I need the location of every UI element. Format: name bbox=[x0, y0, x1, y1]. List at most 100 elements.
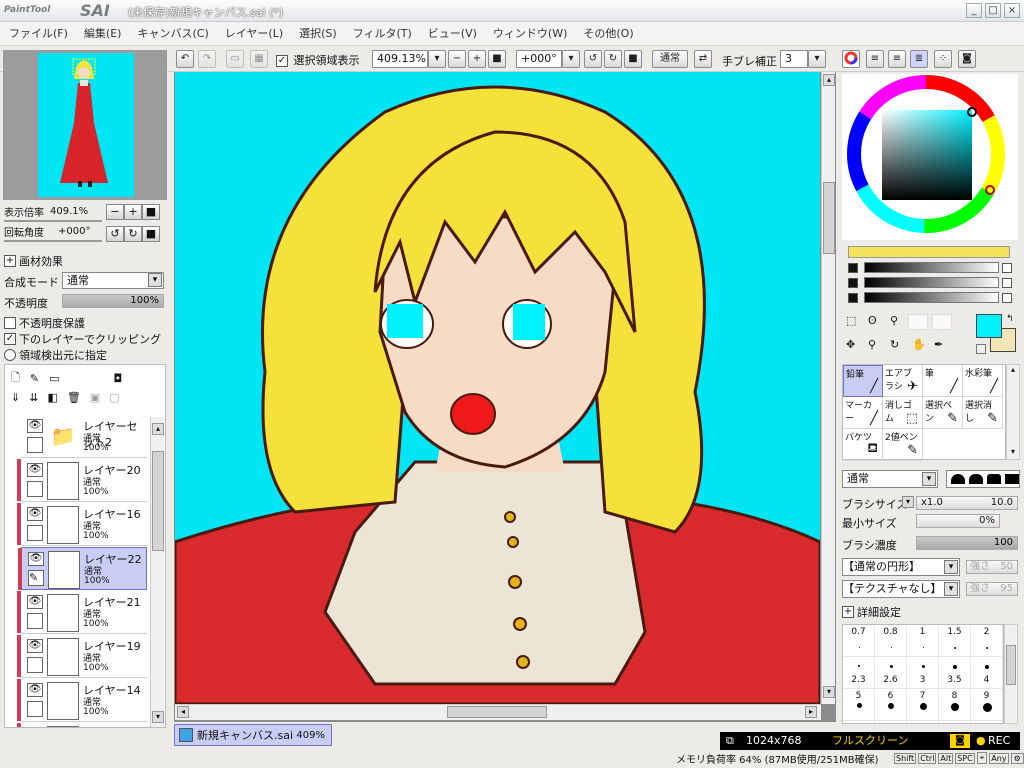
clear-layer-icon[interactable]: ◧ bbox=[47, 391, 57, 404]
layer-scroll-thumb[interactable] bbox=[152, 451, 164, 551]
brush-size-cell[interactable]: 1 bbox=[907, 625, 939, 657]
brush-size-cell[interactable]: 4 bbox=[971, 657, 1003, 689]
canvas-vertical-scrollbar[interactable]: ▴ ▾ bbox=[821, 72, 835, 704]
swatch-toggle-icon[interactable]: ≣ bbox=[910, 50, 928, 68]
layer-row[interactable]: 👁 レイヤー19 通常 100% bbox=[17, 635, 147, 678]
color-wheel-panel[interactable] bbox=[842, 74, 1018, 240]
nav-zoom-out-button[interactable]: − bbox=[106, 204, 124, 220]
brush-size-cell[interactable]: 1.5 bbox=[939, 625, 971, 657]
layer-lock-box[interactable] bbox=[27, 657, 43, 673]
maximize-button[interactable]: □ bbox=[985, 3, 1001, 18]
brush-size-cell[interactable]: 2.6 bbox=[875, 657, 907, 689]
eye-icon[interactable]: 👁 bbox=[27, 639, 43, 653]
layer-lock-box[interactable] bbox=[27, 481, 43, 497]
rotate-left-button[interactable]: ↺ bbox=[584, 50, 602, 68]
texture-expand-icon[interactable]: + bbox=[4, 255, 16, 267]
protect-opacity-option[interactable]: 不透明度保護 bbox=[4, 315, 85, 331]
edge-medium-icon[interactable] bbox=[969, 474, 983, 484]
new-linework-layer-icon[interactable]: ✎ bbox=[30, 372, 39, 385]
gray-slider-1[interactable] bbox=[863, 262, 1000, 273]
brush-size-cell[interactable] bbox=[875, 721, 907, 723]
min-size-slider[interactable]: 0% bbox=[916, 514, 1000, 528]
rect-select-icon[interactable]: ⬚ bbox=[846, 314, 856, 327]
tool-scroll-down-icon[interactable]: ▾ bbox=[1007, 447, 1019, 459]
tool-0[interactable]: 鉛筆 ╱ bbox=[843, 365, 883, 397]
tool-9[interactable]: 2値ペン ✎ bbox=[883, 429, 923, 461]
layer-row[interactable]: 👁 レイヤー21 通常 100% bbox=[17, 591, 147, 634]
menu-canvas[interactable]: キャンバス(C) bbox=[137, 22, 208, 46]
scroll-down-icon[interactable]: ▾ bbox=[152, 711, 164, 723]
size-dropdown-icon[interactable]: ▾ bbox=[902, 496, 914, 508]
rotate-reset-button[interactable]: ■ bbox=[624, 50, 642, 68]
close-button[interactable]: × bbox=[1004, 3, 1020, 18]
merge-down-icon[interactable]: ⇊ bbox=[29, 391, 38, 404]
rgb-slider-toggle-icon[interactable]: ≡ bbox=[866, 50, 884, 68]
eye-icon[interactable]: 👁 bbox=[27, 507, 43, 521]
new-layer-icon[interactable]: 🗋 bbox=[11, 369, 20, 388]
eye-icon[interactable]: 👁 bbox=[27, 463, 43, 477]
opacity-slider[interactable]: 100% bbox=[62, 294, 164, 308]
hsv-slider-toggle-icon[interactable]: ≡ bbox=[888, 50, 906, 68]
edge-soft-icon[interactable] bbox=[951, 474, 965, 484]
brush-size-slider[interactable]: x1.0 10.0 bbox=[916, 496, 1018, 510]
zoom-out-button[interactable]: − bbox=[448, 50, 466, 68]
nav-zoom-in-button[interactable]: + bbox=[124, 204, 142, 220]
selection-display-checkbox[interactable]: ✓ bbox=[276, 55, 288, 67]
eye-icon[interactable]: 👁 bbox=[27, 595, 43, 609]
menu-view[interactable]: ビュー(V) bbox=[428, 22, 477, 46]
brush-size-cell[interactable] bbox=[971, 721, 1003, 723]
stabilizer-field[interactable]: 3 bbox=[780, 50, 808, 68]
eyedropper-icon[interactable]: ✒ bbox=[934, 338, 943, 351]
canvas-horizontal-scrollbar[interactable]: ◂ ▸ bbox=[175, 704, 821, 720]
brush-shape-select[interactable]: 【通常の円形】 ▾ bbox=[842, 558, 960, 576]
canvas-scroll-up-icon[interactable]: ▴ bbox=[823, 74, 835, 86]
recorder-fullscreen[interactable]: フルスクリーン bbox=[832, 732, 908, 750]
layer-blend-select[interactable]: 通常 ▾ bbox=[62, 272, 164, 289]
density-slider[interactable]: 100 bbox=[916, 536, 1018, 550]
tool-4[interactable]: マーカー ╱ bbox=[843, 397, 883, 429]
tool-7[interactable]: 選択消し ✎ bbox=[963, 397, 1003, 429]
menu-selection[interactable]: 選択(S) bbox=[299, 22, 337, 46]
layer-lock-box[interactable] bbox=[27, 613, 43, 629]
texture-effect-header[interactable]: + 画材効果 bbox=[4, 253, 63, 269]
detect-source-radio[interactable] bbox=[4, 349, 16, 361]
lasso-icon[interactable]: ʘ bbox=[868, 314, 877, 327]
menu-edit[interactable]: 編集(E) bbox=[84, 22, 122, 46]
clip-lower-option[interactable]: ✓ 下のレイヤーでクリッピング bbox=[4, 331, 161, 347]
tool-1[interactable]: エアブラシ ✈ bbox=[883, 365, 923, 397]
gray-slider-3[interactable] bbox=[863, 292, 1000, 303]
zoom-field[interactable]: 409.13% bbox=[372, 50, 428, 68]
brush-edge-selector[interactable] bbox=[946, 470, 1020, 488]
zoom-slider[interactable] bbox=[4, 220, 102, 222]
layer-row[interactable]: 👁 📁 レイヤーセット2 通常 100% bbox=[21, 415, 147, 458]
layer-row[interactable]: 👁 レイヤー16 通常 100% bbox=[17, 503, 147, 546]
selection-display-toggle[interactable]: ✓ 選択領域表示 bbox=[276, 52, 360, 68]
blend-mode-button[interactable]: 通常 bbox=[652, 50, 688, 68]
camera-icon[interactable]: ◙ bbox=[950, 734, 970, 748]
eye-icon[interactable]: 👁 bbox=[27, 683, 43, 697]
canvas-hscroll-thumb[interactable] bbox=[447, 706, 547, 718]
nav-rotate-right-button[interactable]: ↻ bbox=[124, 226, 142, 242]
brush-size-cell[interactable]: 0.8 bbox=[875, 625, 907, 657]
clip-lower-checkbox[interactable]: ✓ bbox=[4, 333, 16, 345]
menu-file[interactable]: ファイル(F) bbox=[9, 22, 68, 46]
color-palette-toggle-icon[interactable]: ⁘ bbox=[934, 50, 952, 68]
brush-size-cell[interactable]: 6 bbox=[875, 689, 907, 721]
menu-other[interactable]: その他(O) bbox=[583, 22, 633, 46]
canvas-scroll-right-icon[interactable]: ▸ bbox=[805, 706, 817, 718]
eye-icon[interactable]: 👁 bbox=[28, 552, 44, 566]
canvas-vscroll-thumb[interactable] bbox=[823, 182, 835, 254]
rotation-slider[interactable] bbox=[4, 240, 102, 242]
canvas[interactable] bbox=[175, 72, 820, 704]
detail-expand-icon[interactable]: + bbox=[842, 606, 854, 618]
tool-3[interactable]: 水彩筆 ╱ bbox=[963, 365, 1003, 397]
primary-color-swatch[interactable] bbox=[976, 314, 1002, 338]
trash-icon[interactable]: 🗑 bbox=[67, 391, 81, 404]
edge-hard-icon[interactable] bbox=[987, 474, 1001, 484]
color-history-bar[interactable] bbox=[848, 246, 1010, 258]
deselect-button[interactable]: ▭ bbox=[226, 50, 244, 68]
brush-size-cell[interactable]: 0.7 bbox=[843, 625, 875, 657]
brush-size-cell[interactable] bbox=[907, 721, 939, 723]
brush-size-cell[interactable] bbox=[939, 721, 971, 723]
shape-strength-slider[interactable]: 強さ 50 bbox=[966, 560, 1018, 574]
